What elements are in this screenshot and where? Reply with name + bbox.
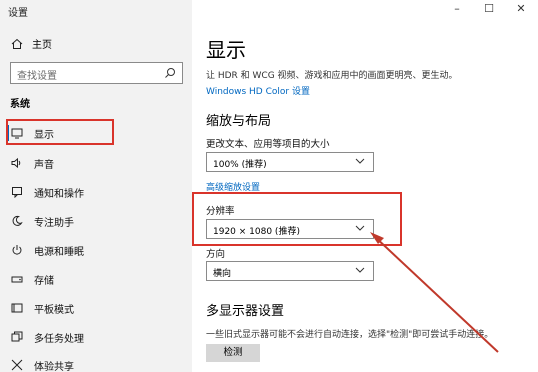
home-icon [10, 37, 24, 51]
multi-display-description: 一些旧式显示器可能不会进行自动连接，选择"检测"即可尝试手动连接。 [206, 330, 494, 340]
sidebar-item-sound[interactable]: 声音 [0, 150, 192, 176]
multitask-icon [10, 330, 24, 344]
sidebar-item-label: 平板模式 [34, 304, 74, 316]
main-content: 显示 让 HDR 和 WCG 视频、游戏和应用中的画面更明亮、更生动。 Wind… [192, 0, 538, 372]
window-title: 设置 [8, 8, 28, 19]
resolution-value: 1920 × 1080 (推荐) [213, 227, 300, 237]
orientation-value: 横向 [213, 269, 232, 279]
tablet-icon [10, 301, 24, 315]
search-icon[interactable] [164, 67, 176, 79]
sidebar-item-storage[interactable]: 存储 [0, 266, 192, 292]
storage-icon [10, 272, 24, 286]
annotation-box-display [6, 119, 114, 145]
sidebar-item-label: 主页 [32, 40, 52, 51]
sidebar-item-label: 电源和睡眠 [34, 246, 84, 258]
search-input[interactable]: 查找设置 [10, 62, 183, 84]
power-icon [10, 243, 24, 257]
sidebar-item-shared-experiences[interactable]: 体验共享 [0, 352, 192, 372]
orientation-label: 方向 [206, 249, 226, 260]
sidebar-item-label: 声音 [34, 159, 54, 171]
sidebar-item-label: 体验共享 [34, 361, 74, 372]
orientation-dropdown[interactable]: 横向 [206, 261, 374, 281]
search-placeholder: 查找设置 [17, 71, 57, 82]
section-label: 系统 [10, 99, 30, 110]
sidebar-item-label: 专注助手 [34, 217, 74, 229]
share-icon [10, 358, 24, 372]
sidebar: 设置 主页 查找设置 系统 显示 声音 通知和操作 专注助手 电源和睡眠 存储 … [0, 0, 192, 372]
sidebar-item-focus-assist[interactable]: 专注助手 [0, 208, 192, 234]
sidebar-item-label: 多任务处理 [34, 333, 84, 345]
chevron-down-icon [355, 156, 365, 166]
multi-display-heading: 多显示器设置 [206, 304, 285, 319]
scale-value: 100% (推荐) [213, 160, 267, 170]
notification-icon [10, 185, 24, 199]
sidebar-item-multitasking[interactable]: 多任务处理 [0, 324, 192, 350]
scale-heading: 缩放与布局 [206, 114, 272, 129]
sidebar-item-label: 通知和操作 [34, 188, 84, 200]
resolution-dropdown[interactable]: 1920 × 1080 (推荐) [206, 219, 374, 239]
resolution-label: 分辨率 [206, 206, 235, 217]
sidebar-item-home[interactable]: 主页 [10, 36, 52, 51]
scale-label: 更改文本、应用等项目的大小 [206, 139, 330, 150]
sidebar-item-notifications[interactable]: 通知和操作 [0, 179, 192, 205]
page-title: 显示 [206, 38, 246, 62]
speaker-icon [10, 156, 24, 170]
hdr-description: 让 HDR 和 WCG 视频、游戏和应用中的画面更明亮、更生动。 [206, 71, 458, 81]
detect-button[interactable]: 检测 [206, 344, 260, 362]
sidebar-item-tablet-mode[interactable]: 平板模式 [0, 295, 192, 321]
chevron-down-icon [355, 265, 365, 275]
moon-icon [10, 214, 24, 228]
scale-dropdown[interactable]: 100% (推荐) [206, 152, 374, 172]
sidebar-item-label: 存储 [34, 275, 54, 287]
sidebar-item-power[interactable]: 电源和睡眠 [0, 237, 192, 263]
chevron-down-icon [355, 223, 365, 233]
hdr-settings-link[interactable]: Windows HD Color 设置 [206, 84, 310, 97]
